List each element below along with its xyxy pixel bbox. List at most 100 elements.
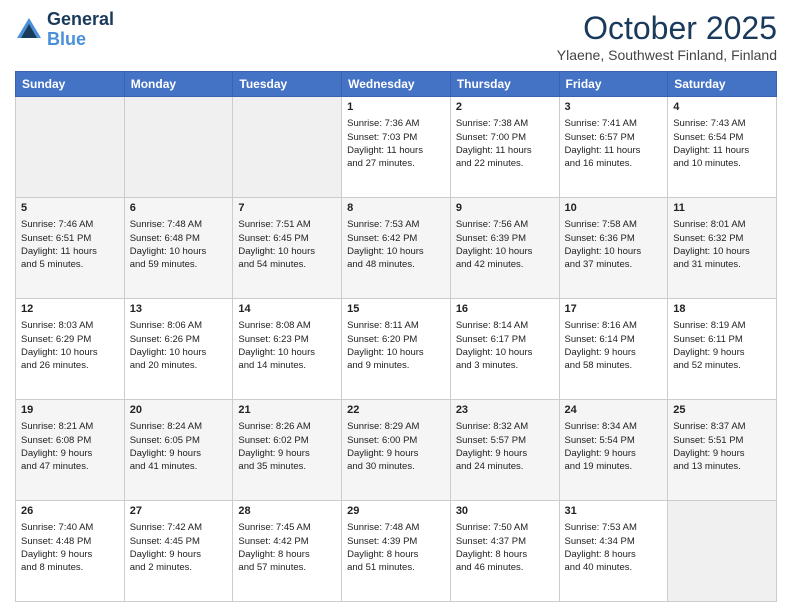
day-info: Daylight: 10 hours — [347, 346, 445, 359]
calendar-cell: 28Sunrise: 7:45 AMSunset: 4:42 PMDayligh… — [233, 501, 342, 602]
day-info: and 10 minutes. — [673, 157, 771, 170]
day-info: Sunrise: 8:21 AM — [21, 420, 119, 433]
day-info: Daylight: 11 hours — [347, 144, 445, 157]
day-info: Sunset: 6:39 PM — [456, 232, 554, 245]
day-info: and 48 minutes. — [347, 258, 445, 271]
calendar-cell: 22Sunrise: 8:29 AMSunset: 6:00 PMDayligh… — [342, 400, 451, 501]
day-number: 6 — [130, 201, 228, 216]
day-info: and 51 minutes. — [347, 561, 445, 574]
day-info: Sunrise: 8:37 AM — [673, 420, 771, 433]
day-number: 11 — [673, 201, 771, 216]
day-info: Sunset: 4:48 PM — [21, 535, 119, 548]
day-info: Sunrise: 7:45 AM — [238, 521, 336, 534]
day-number: 2 — [456, 100, 554, 115]
day-info: Daylight: 9 hours — [456, 447, 554, 460]
day-info: and 19 minutes. — [565, 460, 663, 473]
day-info: Sunset: 4:42 PM — [238, 535, 336, 548]
day-info: Daylight: 9 hours — [565, 447, 663, 460]
calendar-cell: 27Sunrise: 7:42 AMSunset: 4:45 PMDayligh… — [124, 501, 233, 602]
day-number: 17 — [565, 302, 663, 317]
calendar-cell — [233, 97, 342, 198]
day-info: and 47 minutes. — [21, 460, 119, 473]
day-info: Sunrise: 7:40 AM — [21, 521, 119, 534]
day-info: Daylight: 8 hours — [456, 548, 554, 561]
day-info: Sunset: 6:54 PM — [673, 131, 771, 144]
day-info: and 14 minutes. — [238, 359, 336, 372]
day-number: 28 — [238, 504, 336, 519]
calendar-cell: 5Sunrise: 7:46 AMSunset: 6:51 PMDaylight… — [16, 198, 125, 299]
day-info: Sunset: 4:39 PM — [347, 535, 445, 548]
day-number: 12 — [21, 302, 119, 317]
day-info: Sunset: 6:32 PM — [673, 232, 771, 245]
day-number: 24 — [565, 403, 663, 418]
day-number: 8 — [347, 201, 445, 216]
calendar-cell: 24Sunrise: 8:34 AMSunset: 5:54 PMDayligh… — [559, 400, 668, 501]
day-info: Sunrise: 7:43 AM — [673, 117, 771, 130]
day-info: Daylight: 11 hours — [673, 144, 771, 157]
day-info: and 52 minutes. — [673, 359, 771, 372]
calendar-cell: 26Sunrise: 7:40 AMSunset: 4:48 PMDayligh… — [16, 501, 125, 602]
day-info: Sunset: 6:14 PM — [565, 333, 663, 346]
day-info: Sunset: 6:20 PM — [347, 333, 445, 346]
day-info: Daylight: 10 hours — [130, 346, 228, 359]
calendar-cell: 15Sunrise: 8:11 AMSunset: 6:20 PMDayligh… — [342, 299, 451, 400]
day-info: Sunset: 6:51 PM — [21, 232, 119, 245]
day-info: Sunset: 6:02 PM — [238, 434, 336, 447]
day-info: Sunrise: 7:36 AM — [347, 117, 445, 130]
calendar-cell: 19Sunrise: 8:21 AMSunset: 6:08 PMDayligh… — [16, 400, 125, 501]
day-info: Sunrise: 8:11 AM — [347, 319, 445, 332]
day-number: 1 — [347, 100, 445, 115]
day-info: Sunset: 4:45 PM — [130, 535, 228, 548]
day-info: Sunrise: 8:01 AM — [673, 218, 771, 231]
day-info: Daylight: 10 hours — [130, 245, 228, 258]
calendar-cell: 6Sunrise: 7:48 AMSunset: 6:48 PMDaylight… — [124, 198, 233, 299]
calendar-cell: 12Sunrise: 8:03 AMSunset: 6:29 PMDayligh… — [16, 299, 125, 400]
day-info: Sunset: 6:23 PM — [238, 333, 336, 346]
calendar-cell: 16Sunrise: 8:14 AMSunset: 6:17 PMDayligh… — [450, 299, 559, 400]
day-info: Sunrise: 8:32 AM — [456, 420, 554, 433]
col-thursday: Thursday — [450, 72, 559, 97]
day-info: Sunset: 6:29 PM — [21, 333, 119, 346]
day-number: 29 — [347, 504, 445, 519]
calendar-week-1: 5Sunrise: 7:46 AMSunset: 6:51 PMDaylight… — [16, 198, 777, 299]
day-info: and 22 minutes. — [456, 157, 554, 170]
col-friday: Friday — [559, 72, 668, 97]
day-info: and 54 minutes. — [238, 258, 336, 271]
logo-line2: Blue — [47, 29, 86, 49]
day-info: Daylight: 9 hours — [347, 447, 445, 460]
day-info: Sunset: 5:57 PM — [456, 434, 554, 447]
day-info: and 41 minutes. — [130, 460, 228, 473]
day-info: Daylight: 9 hours — [673, 447, 771, 460]
day-info: Sunset: 6:45 PM — [238, 232, 336, 245]
day-number: 16 — [456, 302, 554, 317]
day-info: and 2 minutes. — [130, 561, 228, 574]
day-info: and 16 minutes. — [565, 157, 663, 170]
day-number: 5 — [21, 201, 119, 216]
day-info: Sunrise: 8:08 AM — [238, 319, 336, 332]
month-title: October 2025 — [557, 10, 777, 47]
day-info: and 26 minutes. — [21, 359, 119, 372]
header-row: Sunday Monday Tuesday Wednesday Thursday… — [16, 72, 777, 97]
day-info: Daylight: 8 hours — [347, 548, 445, 561]
calendar-cell: 18Sunrise: 8:19 AMSunset: 6:11 PMDayligh… — [668, 299, 777, 400]
day-info: Sunrise: 7:50 AM — [456, 521, 554, 534]
day-info: Sunset: 6:48 PM — [130, 232, 228, 245]
day-info: Sunrise: 7:42 AM — [130, 521, 228, 534]
day-info: and 30 minutes. — [347, 460, 445, 473]
day-info: Daylight: 8 hours — [565, 548, 663, 561]
day-number: 3 — [565, 100, 663, 115]
day-info: and 27 minutes. — [347, 157, 445, 170]
calendar-header: Sunday Monday Tuesday Wednesday Thursday… — [16, 72, 777, 97]
day-info: Daylight: 9 hours — [21, 447, 119, 460]
day-number: 7 — [238, 201, 336, 216]
day-info: Sunrise: 8:16 AM — [565, 319, 663, 332]
calendar-cell: 23Sunrise: 8:32 AMSunset: 5:57 PMDayligh… — [450, 400, 559, 501]
day-info: Sunrise: 7:58 AM — [565, 218, 663, 231]
day-info: Sunset: 7:00 PM — [456, 131, 554, 144]
day-info: Daylight: 11 hours — [565, 144, 663, 157]
day-info: Sunset: 6:26 PM — [130, 333, 228, 346]
day-info: Sunrise: 7:41 AM — [565, 117, 663, 130]
logo: General Blue — [15, 10, 114, 50]
day-info: Sunrise: 7:48 AM — [347, 521, 445, 534]
calendar-cell: 8Sunrise: 7:53 AMSunset: 6:42 PMDaylight… — [342, 198, 451, 299]
